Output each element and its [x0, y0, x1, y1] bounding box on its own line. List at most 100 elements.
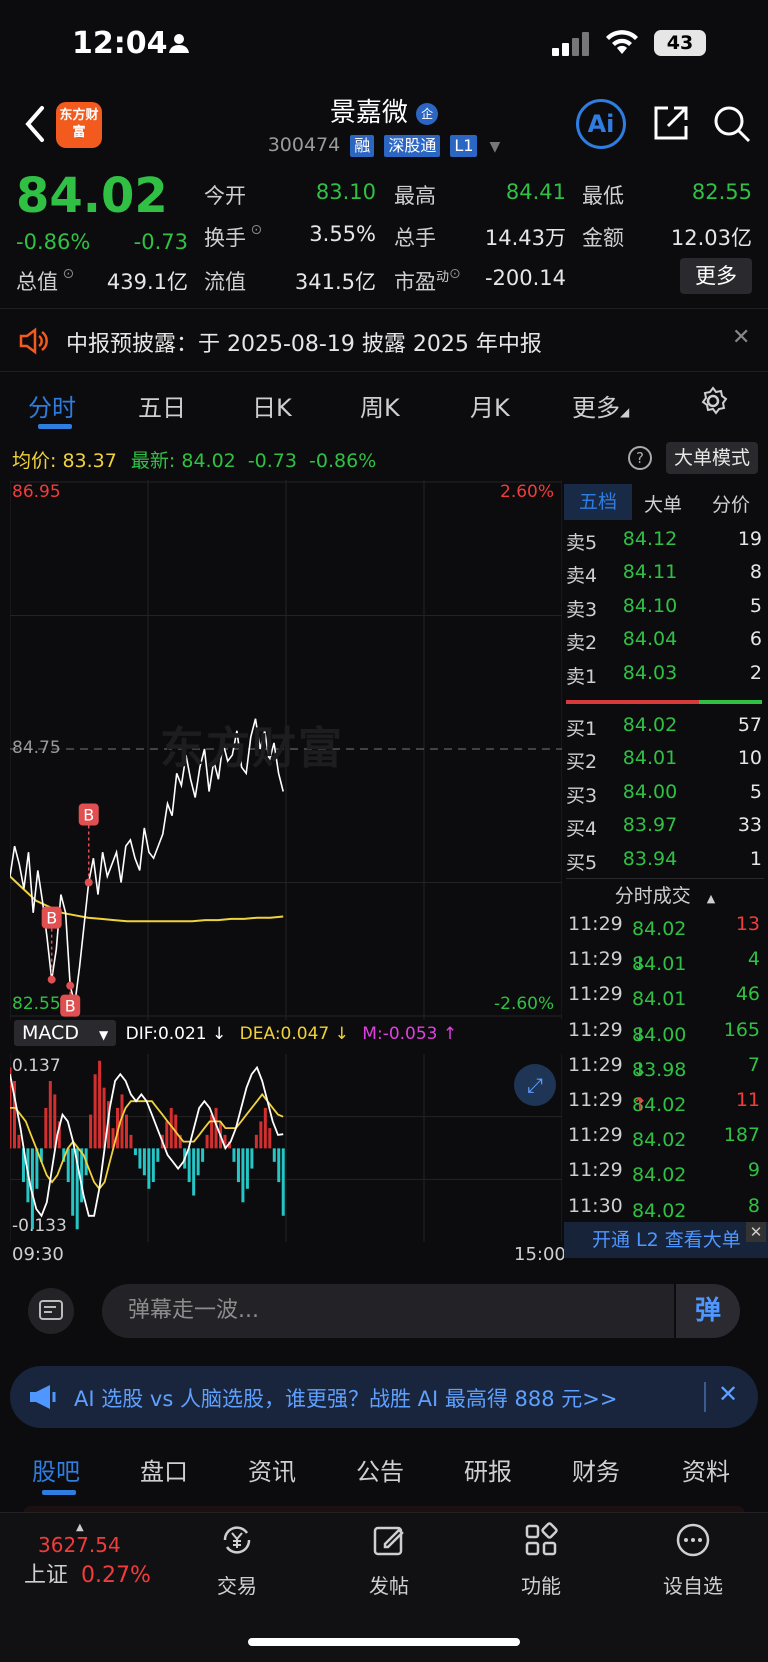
tab-five-day[interactable]: 五日	[138, 388, 186, 423]
trade-volume: 11	[735, 1089, 760, 1111]
tab-five-level[interactable]: 五档	[564, 484, 632, 520]
nav-functions[interactable]: 功能	[486, 1520, 596, 1599]
macd-label: MACD	[22, 1022, 79, 1044]
ai-label: Ai	[587, 110, 615, 138]
pe-label: 市盈动⊙	[394, 266, 461, 296]
tab-profile[interactable]: 资料	[682, 1452, 730, 1487]
turnover-label-text: 换手	[204, 226, 246, 250]
info-icon[interactable]: ⊙	[449, 266, 461, 282]
tab-weekly-k[interactable]: 周K	[360, 388, 400, 423]
trade-volume: 46	[735, 983, 760, 1006]
ask-row[interactable]: 卖4 84.11 8	[566, 557, 764, 590]
nav-post-label: 发帖	[369, 1574, 409, 1598]
bid-row[interactable]: 买4 83.97 33	[566, 810, 764, 843]
notice-bar[interactable]: 中报预披露：于 2025-08-19 披露 2025 年中报 ✕	[0, 308, 768, 372]
chevron-down-icon[interactable]: ▼	[490, 139, 501, 155]
tab-price-dist[interactable]: 分价	[712, 490, 750, 517]
mktcap-value: 439.1亿	[106, 270, 188, 294]
bid-row[interactable]: 买5 83.94 1	[566, 844, 764, 877]
trade-time: 11:30	[568, 1194, 623, 1217]
ask-row[interactable]: 卖2 84.04 6	[566, 624, 764, 657]
close-icon[interactable]: ✕	[718, 1380, 738, 1408]
nav-trade-label: 交易	[217, 1574, 257, 1598]
tab-news[interactable]: 资讯	[248, 1452, 296, 1487]
megaphone-icon	[28, 1384, 60, 1414]
tab-monthly-k[interactable]: 月K	[470, 388, 510, 423]
info-icon[interactable]: ⊙	[58, 266, 74, 282]
x-end-label: 15:00	[514, 1244, 566, 1265]
nav-post[interactable]: 发帖	[334, 1520, 444, 1599]
avg-label: 均价:	[12, 450, 57, 472]
trade-arrow: ↓	[632, 1023, 648, 1046]
ask-price: 84.03	[622, 661, 678, 684]
l2-banner[interactable]: 开通 L2 查看大单	[564, 1222, 768, 1258]
danmu-send-label: 弹	[694, 1296, 721, 1326]
help-icon[interactable]: ?	[628, 446, 652, 470]
tab-intraday[interactable]: 分时	[28, 388, 76, 423]
tab-research[interactable]: 研报	[464, 1452, 512, 1487]
bid-volume: 5	[749, 780, 762, 803]
pe-value: -200.14	[484, 266, 566, 290]
trade-price-value: 84.01	[632, 988, 687, 1011]
bid-level: 买2	[566, 751, 598, 774]
bid-row[interactable]: 买3 84.00 5	[566, 777, 764, 810]
ask-volume: 8	[749, 561, 762, 584]
triangle-icon: ◢	[620, 405, 630, 419]
close-icon[interactable]: ✕	[732, 325, 750, 350]
index-widget[interactable]: ▲ 3627.54 上证 0.27%	[24, 1522, 164, 1589]
ask-row[interactable]: 卖1 84.03 2	[566, 658, 764, 691]
tab-finance[interactable]: 财务	[572, 1452, 620, 1487]
marker-dot	[66, 981, 75, 990]
turnover-label: 换手 ⊙	[204, 222, 262, 252]
macd-selector[interactable]: MACD ▼	[14, 1020, 117, 1046]
trade-row: 11:29 83.98 ↓ 7	[566, 1049, 764, 1084]
ad-banner[interactable]: AI 选股 vs 人脑选股，谁更强？战胜 AI 最高得 888 元>> ✕	[10, 1366, 758, 1428]
trade-row: 11:29 84.02 ↑ 11	[566, 1084, 764, 1119]
tab-orderbook[interactable]: 盘口	[140, 1452, 188, 1487]
trade-volume: 9	[747, 1159, 760, 1182]
macd-chart[interactable]	[10, 1054, 562, 1242]
tab-forum[interactable]: 股吧	[32, 1452, 80, 1487]
expand-icon[interactable]: ⤢	[514, 1064, 556, 1106]
danmu-input[interactable]: 弹幕走一波...	[102, 1284, 674, 1338]
bigorder-mode-button[interactable]: 大单模式	[666, 442, 758, 474]
index-pct: 0.27%	[81, 1563, 151, 1588]
low-label: 最低	[582, 184, 624, 208]
bid-row[interactable]: 买1 84.02 57	[566, 710, 764, 743]
more-circle-icon	[676, 1523, 710, 1557]
ask-row[interactable]: 卖3 84.10 5	[566, 591, 764, 624]
trade-volume: 4	[747, 948, 760, 971]
search-icon[interactable]	[712, 104, 752, 148]
dea-value: DEA:0.047 ↓	[239, 1024, 349, 1044]
bid-level: 买5	[566, 851, 598, 874]
trades-title: 分时成交 ▲	[566, 878, 764, 908]
info-icon[interactable]: ⊙	[246, 222, 262, 238]
status-time: 12:04	[72, 26, 168, 61]
low-value: 82.55	[691, 180, 752, 204]
bid-row[interactable]: 买2 84.01 10	[566, 743, 764, 776]
ai-button[interactable]: Ai	[576, 99, 626, 149]
latest-label: 最新:	[130, 450, 176, 472]
trade-time: 11:29	[568, 1053, 623, 1076]
nav-add-watchlist[interactable]: 设自选	[638, 1520, 748, 1599]
wifi-icon	[604, 28, 640, 60]
tab-daily-k[interactable]: 日K	[252, 388, 292, 423]
share-icon[interactable]	[652, 104, 690, 146]
ask-row[interactable]: 卖5 84.12 19	[566, 524, 764, 557]
amount-value: 12.03亿	[670, 226, 752, 250]
trade-price-value: 84.02	[632, 1129, 687, 1152]
more-button[interactable]: 更多	[680, 258, 752, 294]
nav-add-watchlist-label: 设自选	[663, 1574, 723, 1598]
danmu-toggle-icon[interactable]	[28, 1288, 74, 1334]
settings-gear-icon[interactable]	[698, 386, 728, 420]
chart-info-row: 均价: 83.37 最新: 84.02 -0.73 -0.86%	[12, 446, 376, 473]
danmu-send-button[interactable]: 弹	[676, 1284, 740, 1338]
close-icon[interactable]: ✕	[746, 1222, 766, 1242]
tab-more[interactable]: 更多◢	[572, 388, 629, 423]
ad-divider	[704, 1382, 706, 1412]
tab-announcements[interactable]: 公告	[356, 1452, 404, 1487]
trade-time: 11:29	[568, 1159, 623, 1182]
nav-trade[interactable]: 交易	[182, 1520, 292, 1599]
tab-big-order[interactable]: 大单	[644, 490, 682, 517]
ask-level: 卖4	[566, 565, 598, 588]
